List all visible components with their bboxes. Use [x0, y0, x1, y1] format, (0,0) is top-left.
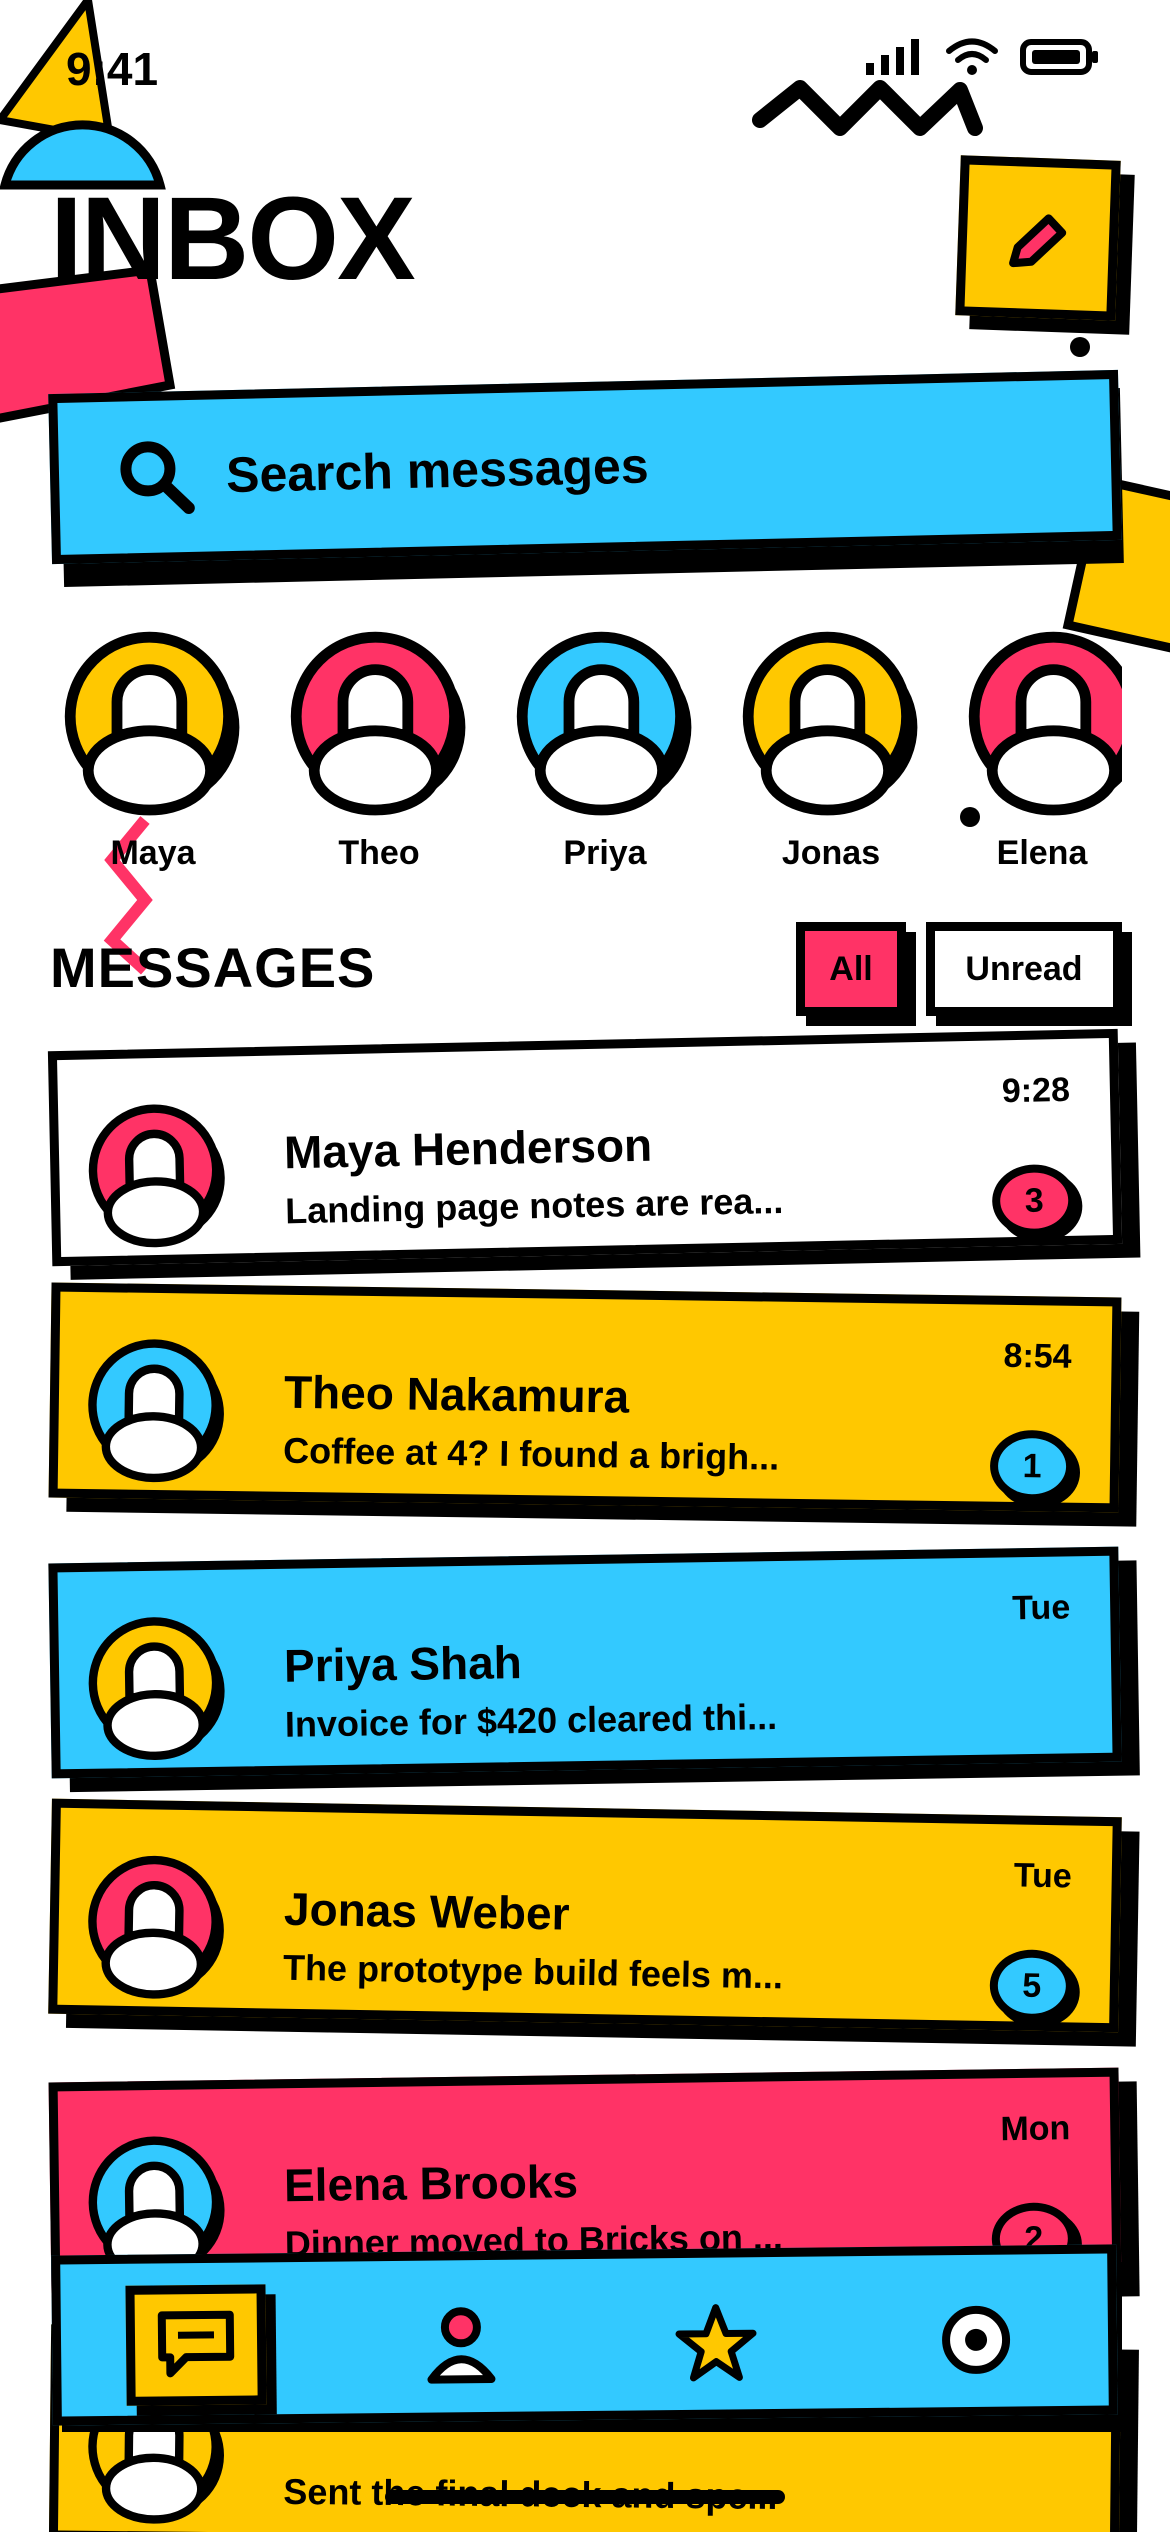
story-avatar: [736, 630, 926, 820]
message-card-wrapper: Jonas Weber The prototype build feels m.…: [48, 1798, 1140, 2047]
messages-heading: MESSAGES: [50, 936, 376, 999]
message-card[interactable]: Priya Shah Invoice for $420 cleared thi.…: [48, 1546, 1122, 1779]
pencil-icon: [1009, 214, 1067, 268]
avatar-icon: [64, 631, 240, 816]
page-title: INBOX: [50, 173, 416, 305]
avatar-icon: [968, 631, 1122, 816]
signal-icon: [866, 39, 919, 75]
story-name: Theo: [338, 834, 420, 872]
story-name: Maya: [110, 834, 196, 872]
chat-bubble-icon: [157, 2310, 235, 2378]
message-card[interactable]: Jonas Weber The prototype build feels m.…: [48, 1798, 1122, 2033]
message-time: Tue: [1011, 1588, 1071, 1628]
sender-avatar: [86, 1101, 239, 1254]
sender-name: Elena Brooks: [283, 2155, 579, 2212]
avatar-icon: [88, 1855, 224, 1999]
unread-badge: 3: [991, 1163, 1077, 1238]
tab-bar: [51, 2244, 1118, 2426]
message-preview: Invoice for $420 cleared thi...: [284, 1696, 778, 1745]
tab-favorites[interactable]: [661, 2292, 772, 2393]
story-item[interactable]: Theo: [284, 630, 474, 873]
filter-all-button[interactable]: All: [796, 922, 906, 1016]
compose-wrapper: [955, 155, 1135, 335]
sender-avatar: [86, 1615, 238, 1767]
sender-name: Priya Shah: [283, 1636, 523, 1692]
compose-button[interactable]: [955, 155, 1121, 321]
unread-badge: 1: [989, 1429, 1075, 1503]
home-indicator: [385, 2490, 785, 2504]
sender-name: Jonas Weber: [283, 1882, 570, 1940]
avatar-icon: [88, 1104, 225, 1248]
star-icon: [675, 2304, 757, 2382]
avatar-icon: [290, 631, 466, 816]
story-name: Elena: [996, 834, 1088, 872]
story-item[interactable]: Elena: [962, 630, 1122, 873]
tab-settings[interactable]: [921, 2289, 1032, 2390]
avatar-icon: [88, 1339, 224, 1483]
settings-ring-icon: [942, 2305, 1011, 2374]
avatar-icon: [516, 631, 692, 816]
message-preview: Coffee at 4? I found a brigh...: [282, 1429, 780, 1478]
profile-icon: [427, 2307, 496, 2384]
story-avatar: [510, 630, 700, 820]
story-avatar: [284, 630, 474, 820]
tab-messages[interactable]: [125, 2284, 267, 2406]
status-icons: [864, 38, 1100, 76]
tab-profile[interactable]: [406, 2295, 517, 2396]
wifi-icon: [946, 38, 998, 75]
story-item[interactable]: Jonas: [736, 630, 926, 873]
story-name: Priya: [563, 834, 647, 872]
message-time: Tue: [1013, 1856, 1073, 1896]
message-card-wrapper: Maya Henderson Landing page notes are re…: [47, 1028, 1141, 1280]
message-card-wrapper: Theo Nakamura Coffee at 4? I found a bri…: [48, 1282, 1140, 1527]
unread-badge: 5: [989, 1949, 1075, 2023]
story-avatar: [962, 630, 1122, 820]
search-input[interactable]: Search messages: [48, 369, 1122, 565]
story-name: Jonas: [781, 834, 881, 872]
avatar-icon: [742, 631, 918, 816]
message-preview: Landing page notes are rea...: [284, 1179, 784, 1232]
message-time: Mon: [1000, 2109, 1071, 2149]
status-time: 9:41: [66, 43, 159, 95]
story-item[interactable]: Priya: [510, 630, 700, 873]
message-time: 9:28: [1001, 1070, 1071, 1111]
battery-icon: [1020, 39, 1098, 75]
search-icon: [120, 441, 195, 514]
message-card-wrapper: Priya Shah Invoice for $420 cleared thi.…: [48, 1546, 1140, 1793]
message-preview: The prototype build feels m...: [282, 1946, 784, 1997]
sender-name: Maya Henderson: [283, 1118, 653, 1179]
avatar-icon: [88, 1617, 225, 1761]
sender-avatar: [86, 1337, 238, 1489]
filter-unread-button[interactable]: Unread: [926, 922, 1122, 1016]
message-time: 8:54: [1003, 1336, 1072, 1376]
story-avatar: [58, 630, 248, 820]
message-card[interactable]: Maya Henderson Landing page notes are re…: [47, 1028, 1123, 1267]
sender-avatar: [85, 1853, 238, 2006]
sender-name: Theo Nakamura: [283, 1365, 630, 1423]
message-card[interactable]: Theo Nakamura Coffee at 4? I found a bri…: [48, 1282, 1122, 1513]
story-item[interactable]: Maya: [58, 630, 248, 873]
search-placeholder: Search messages: [225, 437, 650, 504]
